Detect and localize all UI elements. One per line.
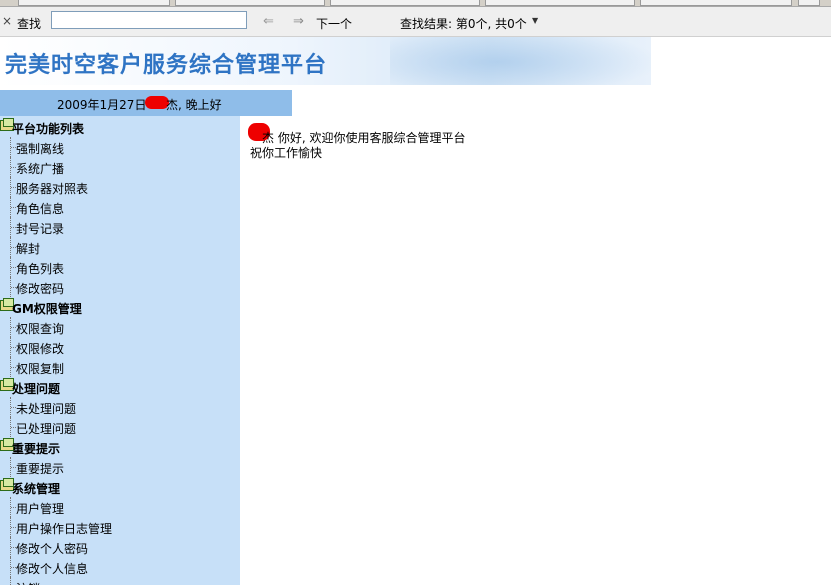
sidebar-item[interactable]: 已处理问题 [0,417,240,437]
sidebar-group-label: 处理问题 [12,382,61,396]
sidebar-item[interactable]: 服务器对照表 [0,177,240,197]
sidebar-item-label[interactable]: 角色列表 [16,260,64,277]
find-result-text: 查找结果: 第0个, 共0个 [400,17,527,31]
sidebar-item-label[interactable]: 权限查询 [16,320,64,337]
user-bar: 2009年1月27日 杰, 晚上好 [0,90,292,116]
browser-tab[interactable] [798,0,820,6]
sidebar-item[interactable]: 权限复制 [0,357,240,377]
banner-title: 完美时空客户服务综合管理平台 [5,53,328,78]
sidebar-group-platform[interactable]: 平台功能列表 [0,117,240,137]
sidebar-item[interactable]: 未处理问题 [0,397,240,417]
banner-decoration [390,37,651,85]
sidebar-group-label: GM权限管理 [12,302,82,316]
sidebar-item[interactable]: 强制离线 [0,137,240,157]
sidebar-group-label: 系统管理 [12,482,61,496]
close-find-button[interactable]: × [2,14,12,28]
find-input[interactable] [51,11,247,29]
sidebar-item-label[interactable]: 强制离线 [16,140,64,157]
sidebar-item-label[interactable]: 角色信息 [16,200,64,217]
sidebar-item[interactable]: 重要提示 [0,457,240,477]
sidebar-item[interactable]: 修改个人密码 [0,537,240,557]
current-date: 2009年1月27日 [57,98,147,112]
caret-down-icon[interactable]: ▼ [532,16,538,25]
sidebar-item-label[interactable]: 封号记录 [16,220,64,237]
sidebar-nav: 平台功能列表 强制离线 系统广播 服务器对照表 角色信息 封号记录 解封 角色列… [0,116,240,585]
sidebar-item-label[interactable]: 权限修改 [16,340,64,357]
sidebar-item[interactable]: 系统广播 [0,157,240,177]
find-label: 查找 [17,17,42,31]
sidebar-item-label[interactable]: 注销 [16,580,40,585]
browser-tab[interactable] [485,0,635,6]
sidebar-item[interactable]: 封号记录 [0,217,240,237]
browser-tab[interactable] [175,0,325,6]
sidebar-group-notices[interactable]: 重要提示 [0,437,240,457]
find-bar: × 查找 ⇐ ⇒ 下一个 查找结果: 第0个, 共0个 ▼ [0,7,831,37]
sidebar-item-label[interactable]: 系统广播 [16,160,64,177]
sidebar-group-issues[interactable]: 处理问题 [0,377,240,397]
sidebar-group-label: 平台功能列表 [12,122,85,136]
sidebar-item[interactable]: 修改个人信息 [0,557,240,577]
sidebar-item[interactable]: 注销 [0,577,240,585]
sidebar-item-label[interactable]: 用户管理 [16,500,64,517]
sidebar-item[interactable]: 角色信息 [0,197,240,217]
wish-message: 祝你工作愉快 [250,146,323,160]
sidebar-item-label[interactable]: 修改密码 [16,280,64,297]
sidebar-item-label[interactable]: 重要提示 [16,460,64,477]
sidebar-item-label[interactable]: 服务器对照表 [16,180,88,197]
sidebar-item-label[interactable]: 用户操作日志管理 [16,520,112,537]
sidebar-item-label[interactable]: 已处理问题 [16,420,76,437]
sidebar-group-system[interactable]: 系统管理 [0,477,240,497]
sidebar-item-label[interactable]: 未处理问题 [16,400,76,417]
find-next-button[interactable]: 下一个 [316,15,352,32]
browser-tab[interactable] [640,0,792,6]
sidebar-group-gm-permissions[interactable]: GM权限管理 [0,297,240,317]
sidebar-item-label[interactable]: 解封 [16,240,40,257]
sidebar-item-label[interactable]: 修改个人密码 [16,540,88,557]
sidebar-item[interactable]: 用户操作日志管理 [0,517,240,537]
browser-tab[interactable] [330,0,480,6]
sidebar-item[interactable]: 用户管理 [0,497,240,517]
sidebar-item[interactable]: 权限查询 [0,317,240,337]
sidebar-item-label[interactable]: 权限复制 [16,360,64,377]
sidebar-item[interactable]: 角色列表 [0,257,240,277]
find-next-icon[interactable]: ⇒ [293,14,304,29]
sidebar-item[interactable]: 权限修改 [0,337,240,357]
site-banner: 完美时空客户服务综合管理平台 [0,37,651,85]
sidebar-item[interactable]: 解封 [0,237,240,257]
user-greeting: 杰, 晚上好 [166,98,222,112]
browser-tab[interactable] [18,0,170,6]
sidebar-item[interactable]: 修改密码 [0,277,240,297]
sidebar-group-label: 重要提示 [12,442,61,456]
sidebar-item-label[interactable]: 修改个人信息 [16,560,88,577]
find-previous-icon[interactable]: ⇐ [263,14,274,29]
browser-tab-strip [0,0,831,7]
